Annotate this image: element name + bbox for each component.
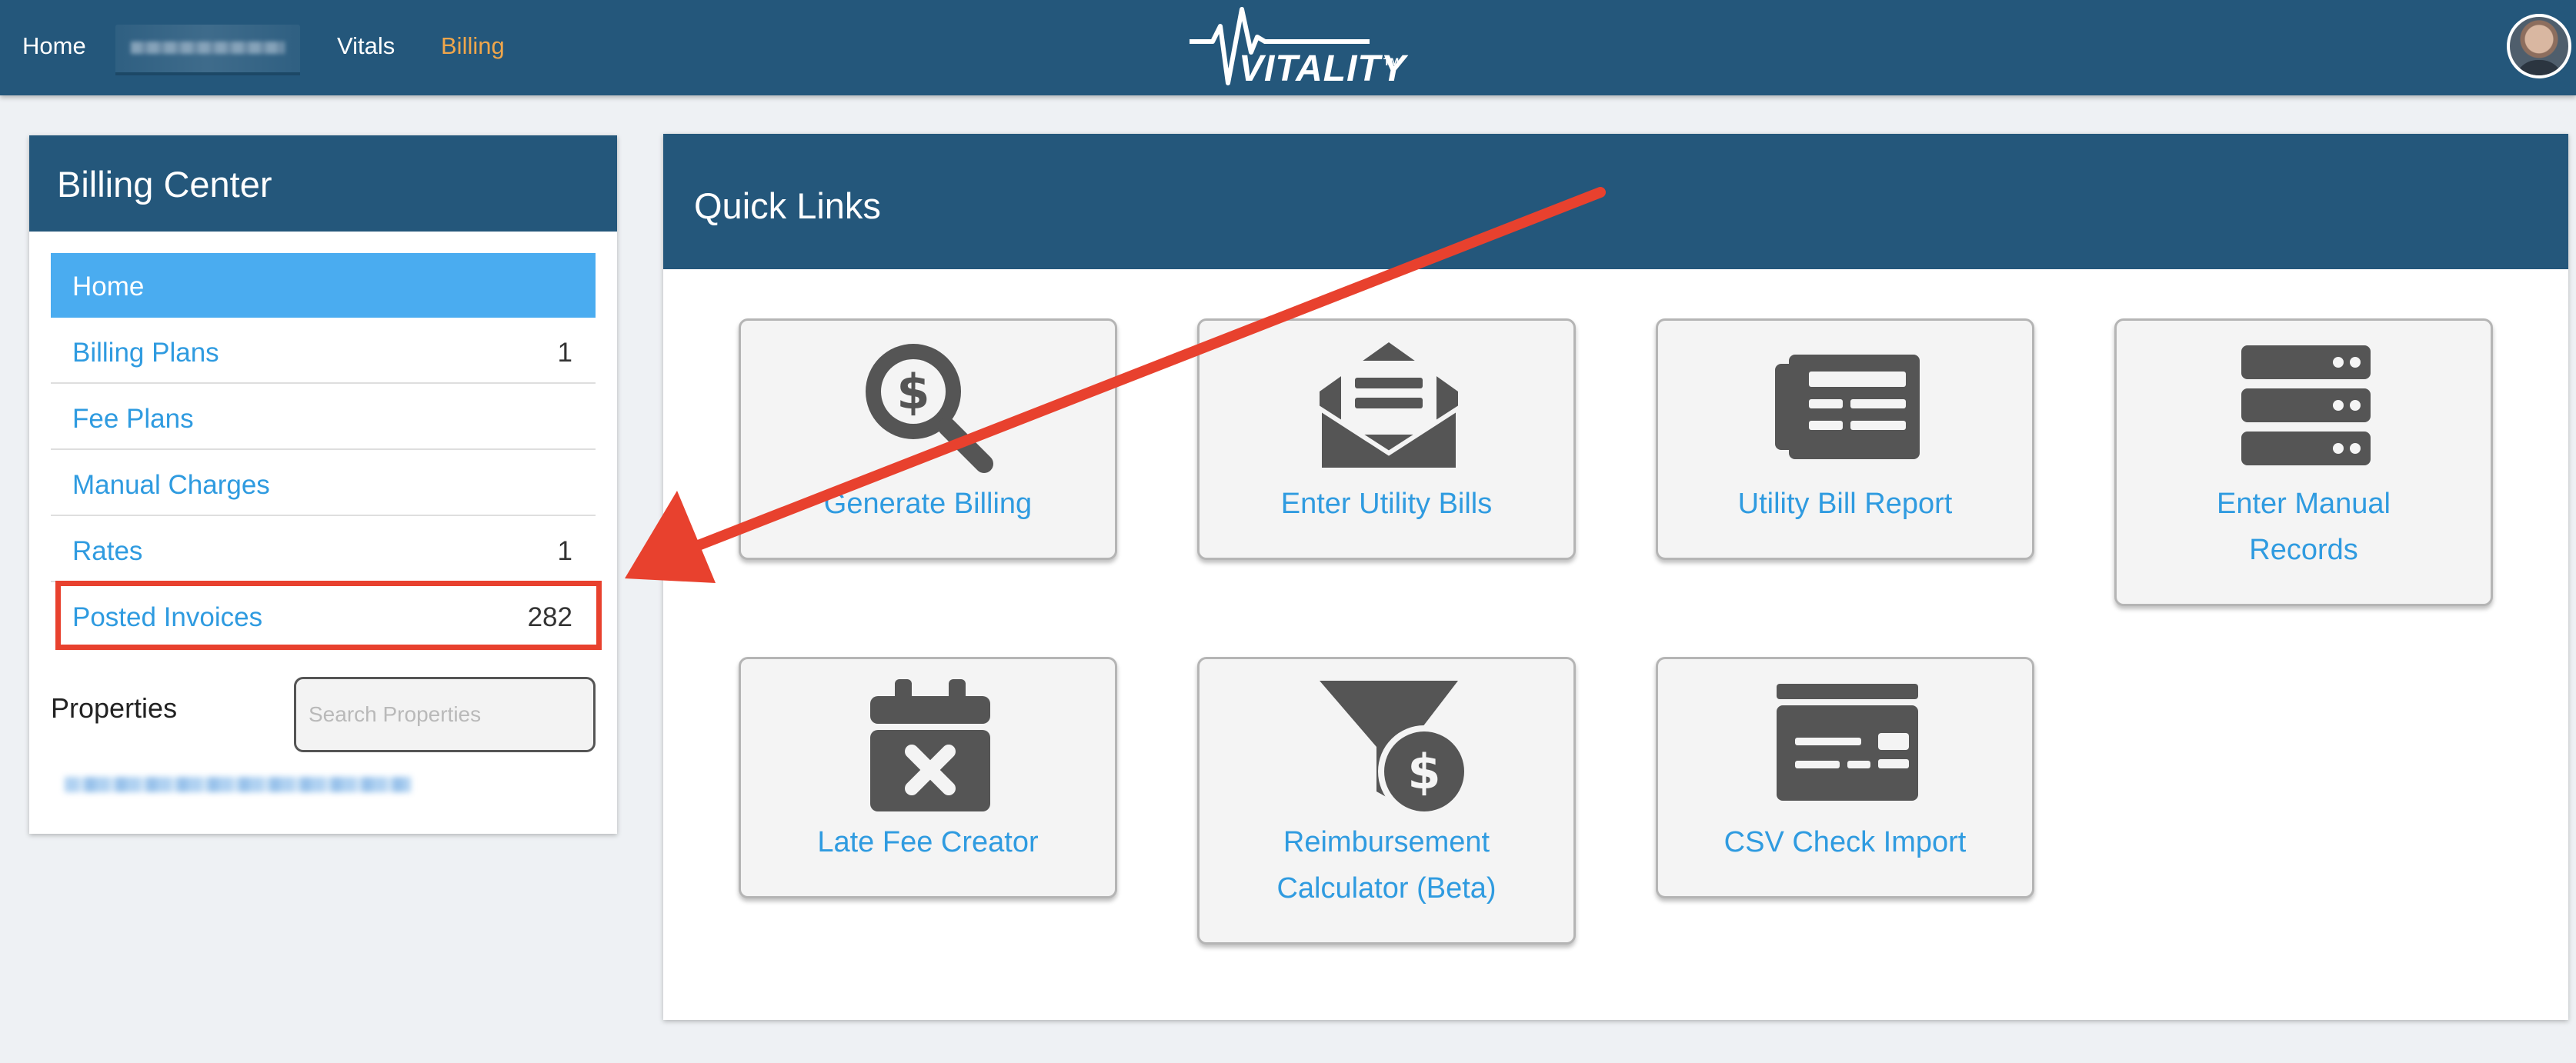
tile-utility-bill-report[interactable]: Utility Bill Report	[1656, 318, 2034, 560]
menu-item-billing-plans[interactable]: Billing Plans 1	[51, 319, 596, 384]
server-icon	[2241, 345, 2371, 465]
tile-label: Generate Billing	[823, 488, 1033, 520]
quick-links-card: Quick Links $ Generate Billing Enter Uti…	[663, 134, 2568, 1020]
menu-item-label: Billing Plans	[72, 338, 219, 368]
menu-item-label: Fee Plans	[72, 404, 194, 434]
logo-text: VITALITY	[1239, 48, 1406, 89]
logo-trademark: TM	[1383, 55, 1400, 68]
menu-item-fee-plans[interactable]: Fee Plans	[51, 385, 596, 450]
menu-item-manual-charges[interactable]: Manual Charges	[51, 452, 596, 516]
tile-enter-manual-records[interactable]: Enter Manual Records	[2114, 318, 2493, 606]
tile-late-fee-creator[interactable]: Late Fee Creator	[739, 657, 1117, 898]
money-check-icon	[1777, 684, 1918, 801]
tile-generate-billing[interactable]: $ Generate Billing	[739, 318, 1117, 560]
tile-label: Enter Utility Bills	[1280, 488, 1493, 520]
top-navbar: Home Vitals Billing VITALITY TM	[0, 0, 2576, 95]
tile-reimbursement-calculator[interactable]: $ Reimbursement Calculator (Beta)	[1197, 657, 1576, 945]
properties-label: Properties	[51, 692, 178, 724]
tile-csv-check-import[interactable]: CSV Check Import	[1656, 657, 2034, 898]
menu-item-label: Manual Charges	[72, 470, 270, 500]
menu-item-count: 1	[557, 338, 572, 368]
vitality-logo[interactable]: VITALITY TM	[1185, 3, 1406, 94]
tile-label: Utility Bill Report	[1737, 488, 1953, 520]
tile-label: CSV Check Import	[1723, 826, 1967, 858]
billing-center-card: Billing Center Home Billing Plans 1 Fee …	[29, 135, 617, 834]
menu-item-label: Home	[72, 272, 145, 302]
menu-item-label: Rates	[72, 536, 143, 566]
quick-links-title: Quick Links	[663, 134, 2568, 269]
dollar-magnifier-icon: $	[866, 344, 993, 473]
calendar-x-icon	[870, 679, 990, 811]
svg-text:$: $	[896, 364, 929, 420]
menu-item-rates[interactable]: Rates 1	[51, 518, 596, 582]
tile-label-line1: Reimbursement	[1283, 826, 1490, 858]
tile-label-line2: Records	[2249, 534, 2358, 566]
nav-home-link[interactable]: Home	[22, 32, 86, 60]
nav-billing-link[interactable]: Billing	[441, 32, 505, 60]
nav-blurred-item[interactable]	[115, 25, 300, 75]
property-link-blurred[interactable]	[65, 771, 411, 798]
menu-item-home[interactable]: Home	[51, 253, 596, 318]
annotation-highlight-box	[55, 581, 602, 650]
newspaper-icon	[1775, 355, 1920, 459]
billing-center-title: Billing Center	[29, 135, 617, 232]
svg-text:$: $	[1407, 744, 1440, 800]
nav-vitals-link[interactable]: Vitals	[337, 32, 395, 60]
envelope-open-icon	[1317, 342, 1460, 472]
tile-enter-utility-bills[interactable]: Enter Utility Bills	[1197, 318, 1576, 560]
tile-label-line2: Calculator (Beta)	[1276, 872, 1497, 905]
menu-item-count: 1	[557, 536, 572, 566]
funnel-dollar-icon: $	[1320, 681, 1466, 815]
search-properties-input[interactable]	[294, 677, 596, 752]
tile-label-line1: Enter Manual	[2216, 488, 2391, 520]
avatar[interactable]	[2507, 14, 2571, 78]
tile-label: Late Fee Creator	[817, 826, 1039, 858]
